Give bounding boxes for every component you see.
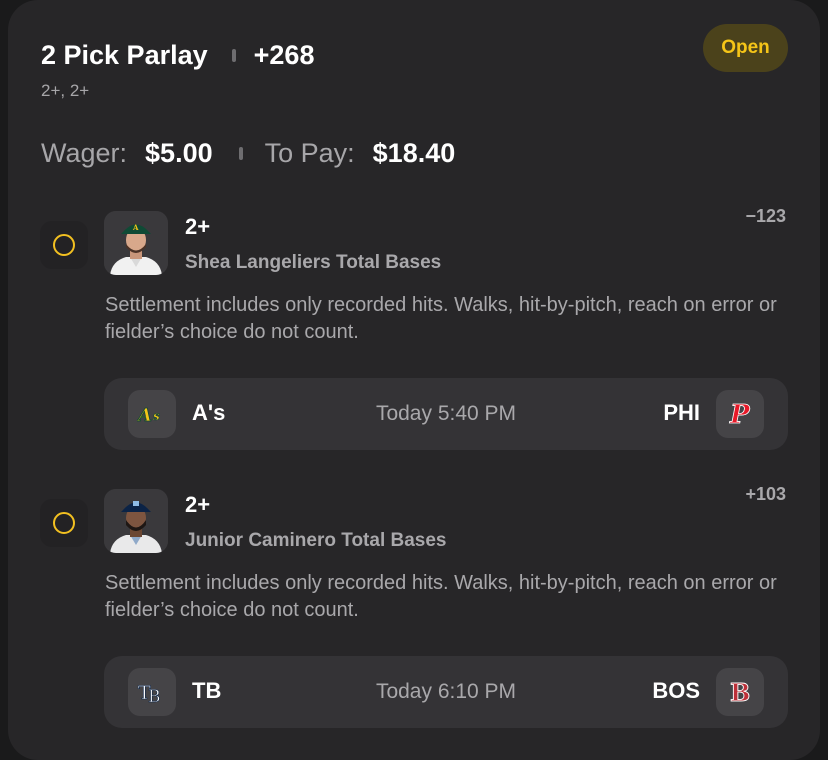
wager-label: Wager: bbox=[41, 138, 128, 168]
title-row: 2 Pick Parlay +268 bbox=[41, 40, 314, 71]
svg-text:P: P bbox=[729, 400, 751, 429]
home-team: PHI bbox=[663, 400, 700, 425]
svg-text:B: B bbox=[730, 678, 750, 707]
red-sox-logo-icon: B bbox=[716, 668, 764, 716]
pick-line: 2+ bbox=[185, 492, 211, 517]
svg-text:A: A bbox=[132, 223, 139, 232]
pick-line: 2+ bbox=[185, 214, 211, 239]
parlay-card: 2 Pick Parlay +268 2+, 2+ Open Wager: $5… bbox=[8, 0, 820, 760]
pick-description: Settlement includes only recorded hits. … bbox=[105, 294, 777, 343]
divider bbox=[231, 49, 236, 62]
wager-value: $5.00 bbox=[145, 138, 213, 168]
pick-odds: −123 bbox=[745, 206, 786, 226]
to-pay-label: To Pay: bbox=[264, 138, 355, 168]
game-row[interactable]: T B TB Today 6:10 PM BOS B bbox=[104, 656, 788, 728]
status-badge: Open bbox=[703, 24, 788, 72]
to-pay-value: $18.40 bbox=[372, 138, 456, 168]
wager-row: Wager: $5.00 To Pay: $18.40 bbox=[41, 138, 455, 169]
pick-select-toggle[interactable] bbox=[40, 499, 88, 547]
parlay-subtitle: 2+, 2+ bbox=[41, 81, 90, 100]
game-row[interactable]: A s A's Today 5:40 PM PHI P bbox=[104, 378, 788, 450]
pick-select-toggle[interactable] bbox=[40, 221, 88, 269]
home-team: BOS bbox=[652, 678, 700, 703]
parlay-odds: +268 bbox=[253, 40, 315, 70]
player-headshot bbox=[104, 489, 168, 553]
player-headshot: A bbox=[104, 211, 168, 275]
radio-unselected-icon bbox=[53, 234, 75, 256]
pick-market: Junior Caminero Total Bases bbox=[185, 530, 447, 551]
divider bbox=[238, 147, 243, 160]
phillies-logo-icon: P bbox=[716, 390, 764, 438]
pick-odds: +103 bbox=[745, 484, 786, 504]
pick-market: Shea Langeliers Total Bases bbox=[185, 252, 442, 273]
parlay-title: 2 Pick Parlay bbox=[41, 40, 208, 70]
radio-unselected-icon bbox=[53, 512, 75, 534]
pick-description: Settlement includes only recorded hits. … bbox=[105, 572, 777, 621]
